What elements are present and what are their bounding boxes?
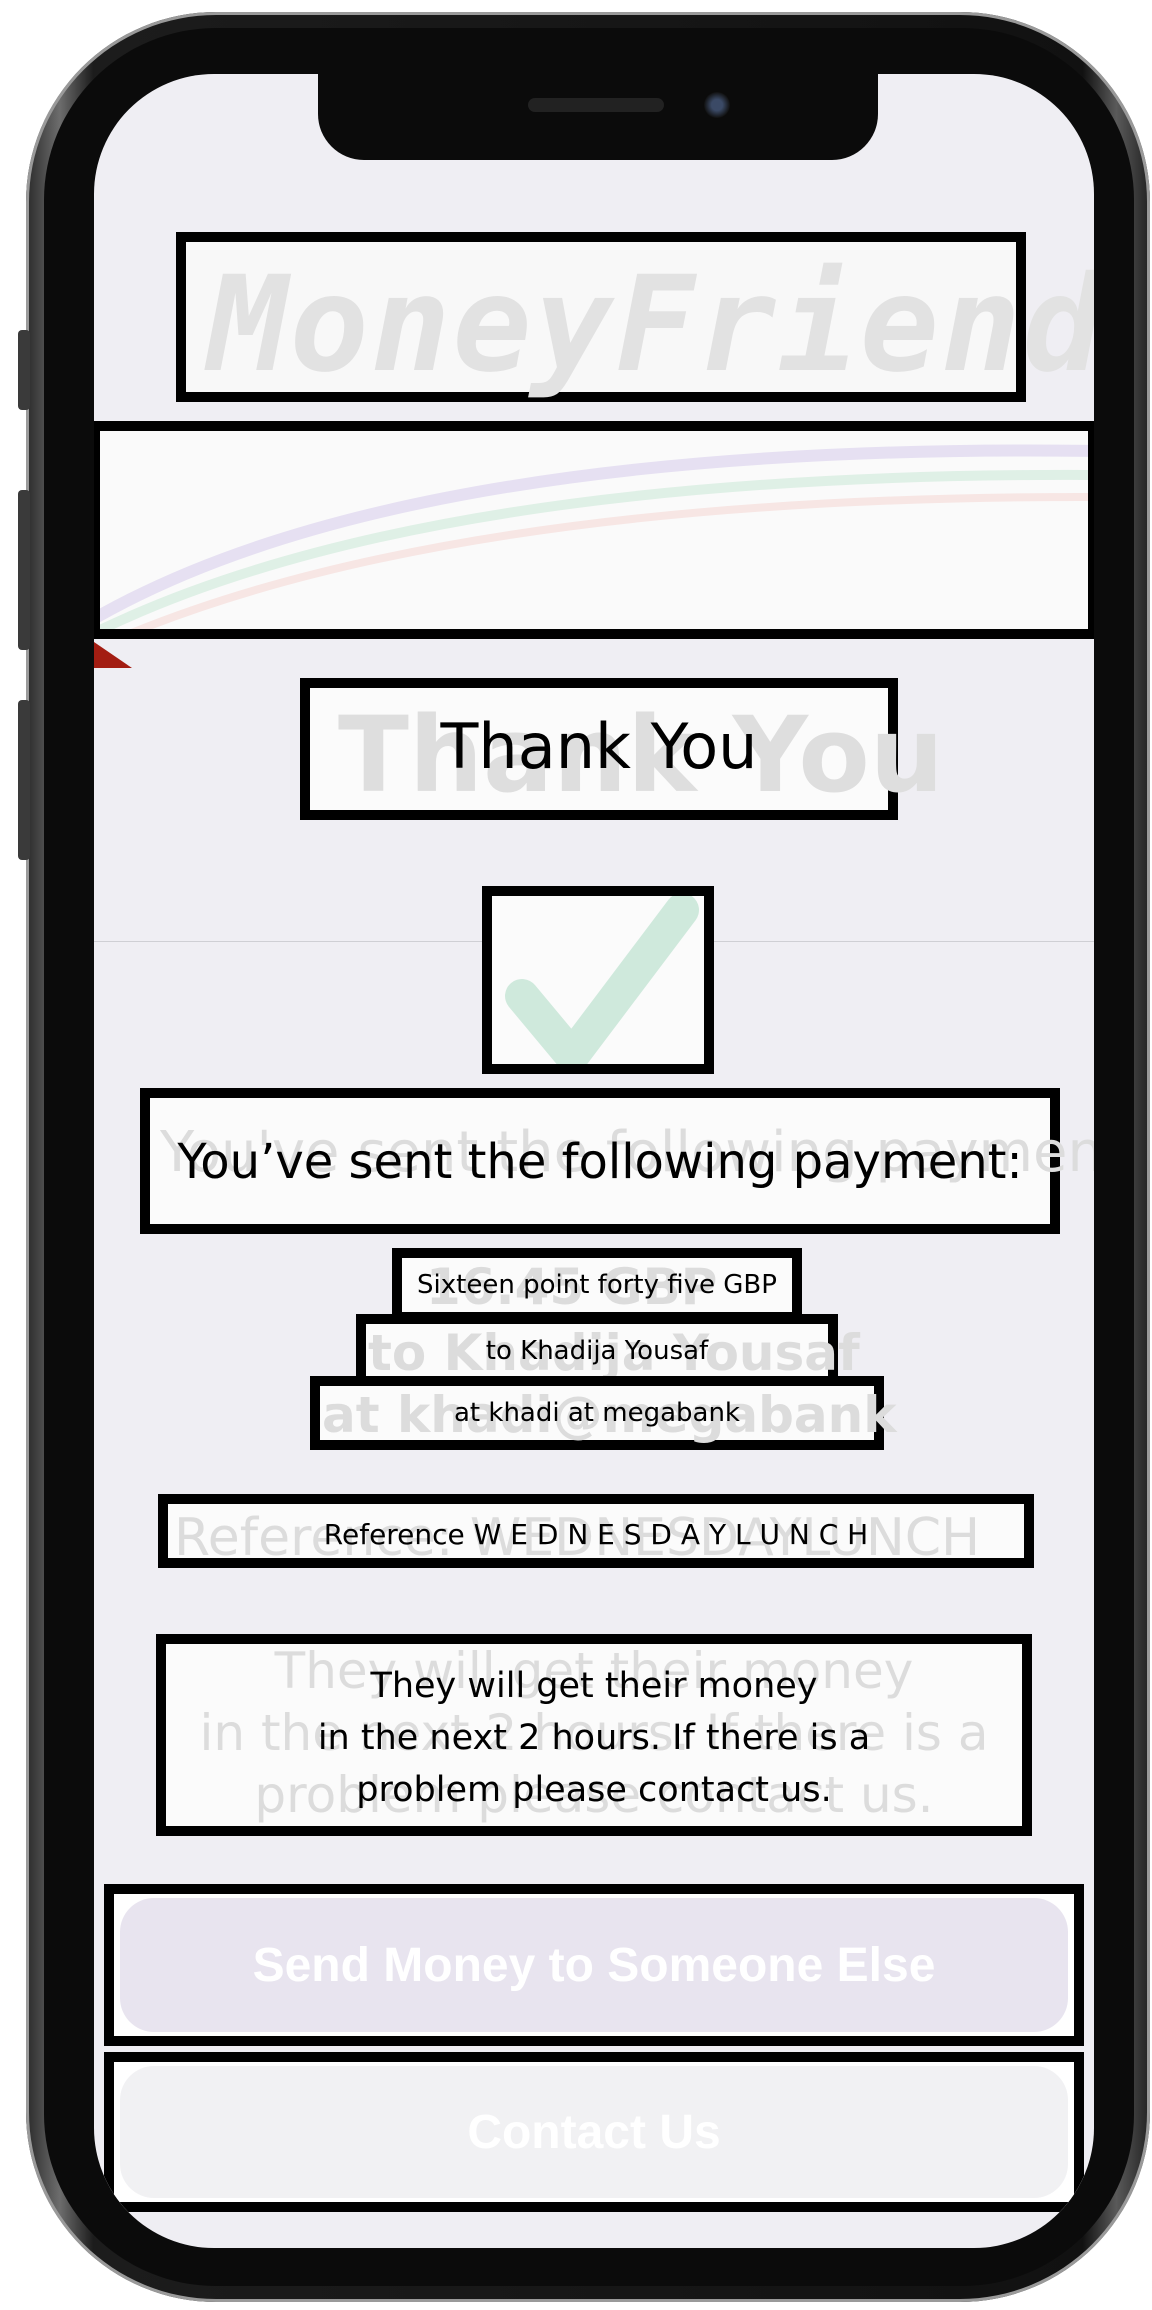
volume-up-button <box>18 490 30 650</box>
phone-notch <box>318 74 878 160</box>
rainbow-banner <box>94 421 1094 654</box>
payment-recipient: to Khadija Yousaf <box>485 1336 709 1366</box>
contact-button-frame: Contact Us <box>104 2052 1084 2212</box>
thank-you-heading-box: Thank You Thank You <box>300 678 944 820</box>
phone-screen: MoneyFriend Thank You Thank You You've s… <box>94 74 1094 2248</box>
logo-container: MoneyFriend <box>176 232 1094 402</box>
send-money-again-button[interactable]: Send Money to Someone Else <box>120 1898 1068 2032</box>
send-again-button-frame: Send Money to Someone Else <box>104 1884 1084 2046</box>
rainbow-arc-graphic <box>94 444 1094 654</box>
payment-amount-box: 16.45 GBP Sixteen point forty five GBP <box>392 1248 802 1322</box>
earpiece-speaker <box>528 98 664 112</box>
send-money-again-label: Send Money to Someone Else <box>252 1938 936 1992</box>
payment-bank-box: at khadi@megabank at khadi at megabank <box>310 1376 897 1450</box>
confirmation-message-box: You've sent the following payment: You’v… <box>140 1088 1094 1234</box>
front-camera <box>704 92 730 118</box>
contact-us-label: Contact Us <box>467 2105 721 2159</box>
info-line-3: problem please contact us. <box>356 1770 832 1810</box>
thank-you-heading: Thank You <box>440 710 758 783</box>
delivery-info-text: They will get their money in the next 2 … <box>166 1660 1022 1816</box>
payment-bank: at khadi at megabank <box>454 1398 740 1428</box>
app-logo: MoneyFriend <box>208 248 1094 402</box>
contact-us-button[interactable]: Contact Us <box>120 2066 1068 2198</box>
banner-accent <box>94 642 132 668</box>
mute-switch <box>18 330 30 410</box>
payment-amount: Sixteen point forty five GBP <box>417 1270 777 1300</box>
reference-box: Reference: WEDNESDAYLUNCH Reference W E … <box>158 1494 1034 1568</box>
info-line-1: They will get their money <box>370 1666 818 1706</box>
payment-reference: Reference W E D N E S D A Y L U N C H <box>323 1518 869 1551</box>
info-line-2: in the next 2 hours. If there is a <box>317 1718 871 1758</box>
delivery-info-box: They will get their money in the next 2 … <box>156 1634 1032 1836</box>
volume-down-button <box>18 700 30 860</box>
confirmation-message: You’ve sent the following payment: <box>177 1134 1023 1190</box>
checkmark-icon <box>505 893 699 1073</box>
success-icon-box <box>482 886 714 1074</box>
